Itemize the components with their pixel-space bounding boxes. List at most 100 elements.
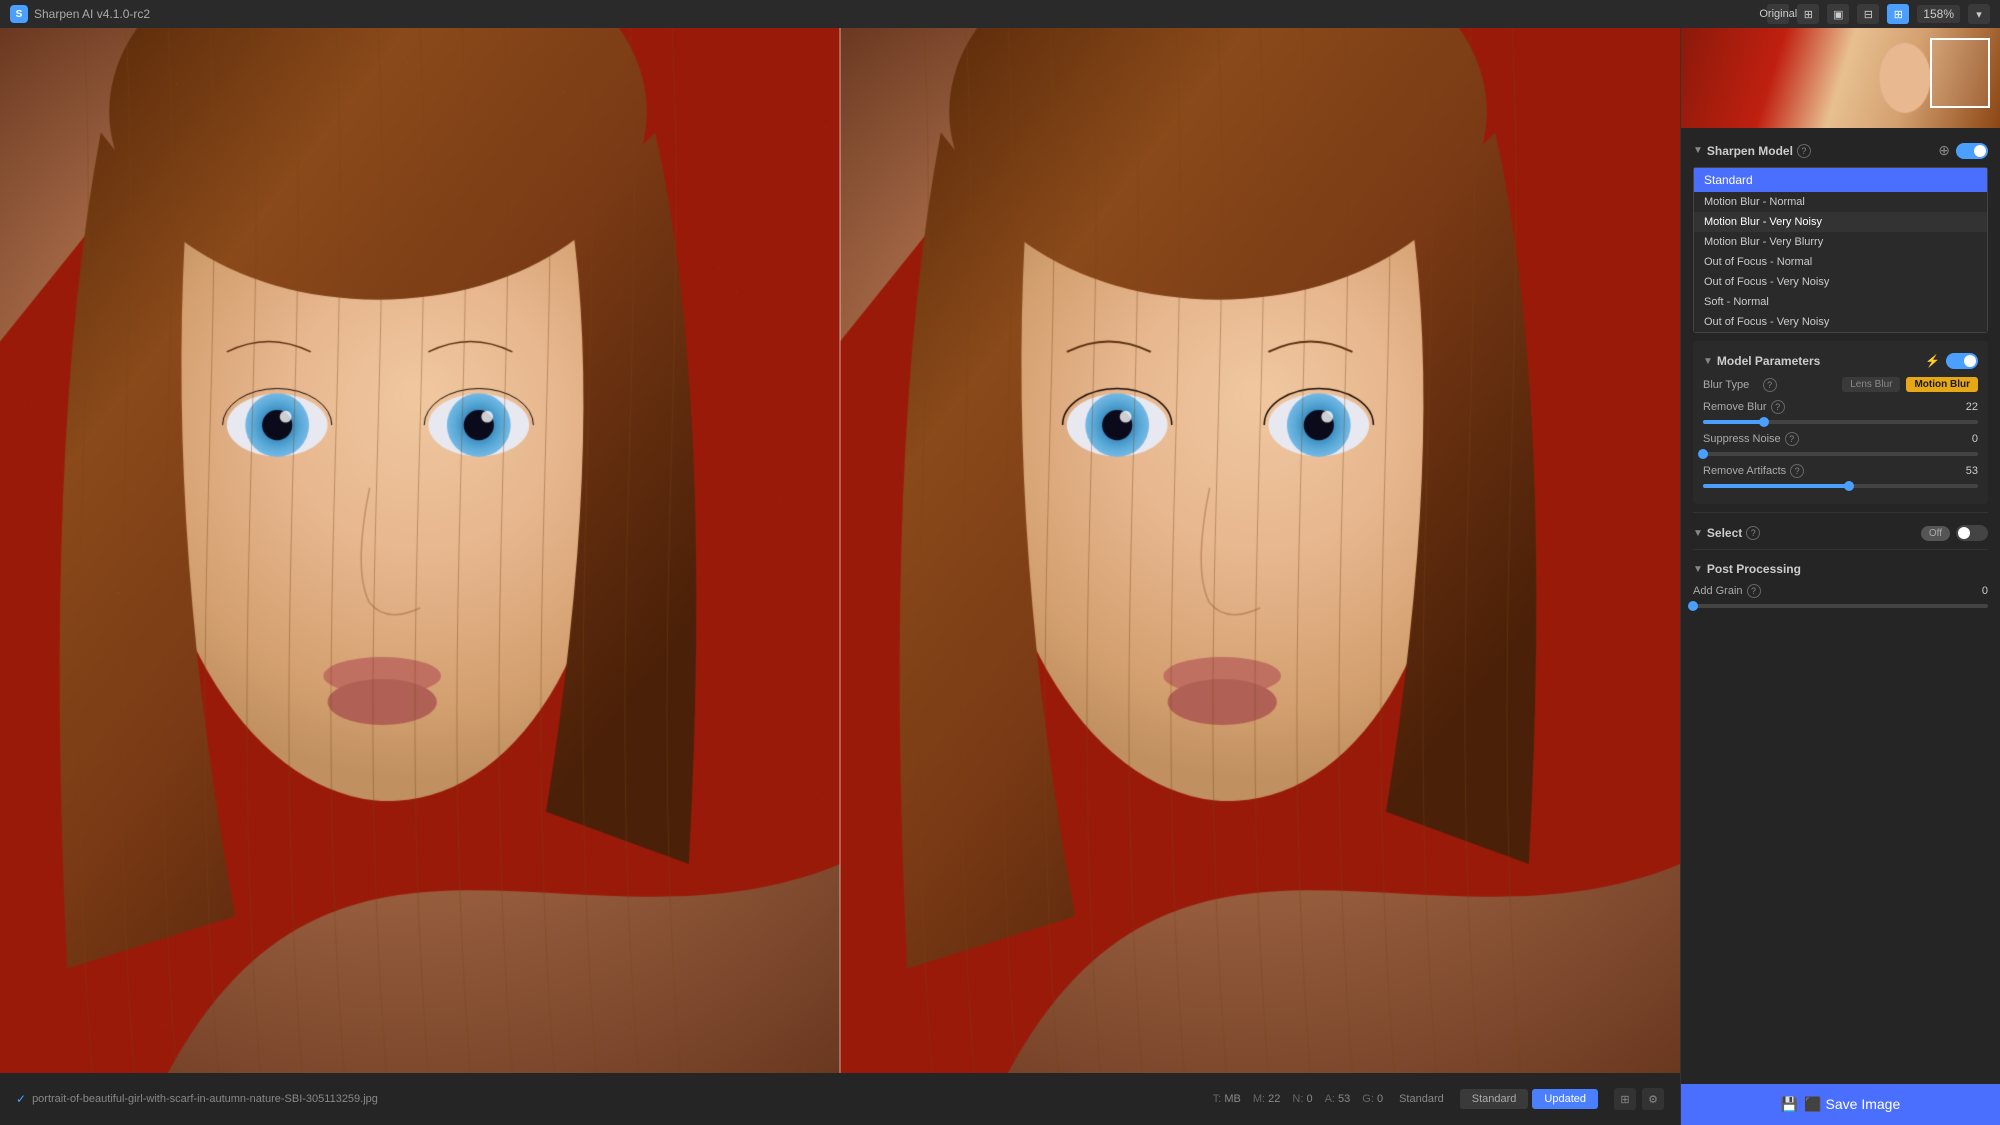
dropdown-item-motion-normal[interactable]: Motion Blur - Normal bbox=[1694, 192, 1987, 212]
standard-btn[interactable]: Standard bbox=[1460, 1089, 1529, 1109]
standard-label: Standard bbox=[1399, 1093, 1444, 1105]
sharpen-model-toggle-switch[interactable] bbox=[1956, 143, 1988, 159]
app-title: Sharpen AI v4.1.0-rc2 bbox=[34, 7, 1767, 21]
filename-label: portrait-of-beautiful-girl-with-scarf-in… bbox=[32, 1093, 378, 1105]
model-dropdown[interactable]: Standard Motion Blur - Normal Motion Blu… bbox=[1693, 167, 1988, 333]
stat-m: M: 22 bbox=[1253, 1093, 1281, 1105]
screen-icon[interactable]: ⊞ bbox=[1614, 1088, 1636, 1110]
remove-artifacts-slider[interactable] bbox=[1703, 484, 1978, 488]
add-grain-slider[interactable] bbox=[1693, 604, 1988, 608]
sharpen-model-toggle: ⊕ bbox=[1938, 142, 1988, 159]
params-toggle-switch[interactable] bbox=[1946, 353, 1978, 369]
motion-blur-badge[interactable]: Motion Blur bbox=[1906, 377, 1978, 392]
params-toggle-knob bbox=[1964, 355, 1976, 367]
version-buttons: Standard Updated bbox=[1460, 1089, 1598, 1109]
stat-a: A: 53 bbox=[1325, 1093, 1351, 1105]
dropdown-item-motion-noisy[interactable]: Motion Blur - Very Noisy bbox=[1694, 212, 1987, 232]
model-params-section: ▼ Model Parameters ⚡ Blur Type ? bbox=[1693, 341, 1988, 504]
add-grain-track[interactable] bbox=[1693, 604, 1988, 608]
original-button[interactable]: Original bbox=[1767, 4, 1789, 24]
model-params-title: Model Parameters bbox=[1717, 354, 1820, 368]
remove-artifacts-fill bbox=[1703, 484, 1849, 488]
bottom-bar-left: ✓ portrait-of-beautiful-girl-with-scarf-… bbox=[16, 1092, 1197, 1106]
bottom-bar: ✓ portrait-of-beautiful-girl-with-scarf-… bbox=[0, 1073, 1680, 1125]
bottom-bar-stats: T: MB M: 22 N: 0 A: 53 G: 0 bbox=[1213, 1093, 1383, 1105]
post-arrow: ▼ bbox=[1693, 564, 1703, 575]
select-toggle: Off bbox=[1921, 525, 1988, 541]
select-toggle-switch[interactable] bbox=[1956, 525, 1988, 541]
remove-blur-info[interactable]: ? bbox=[1771, 400, 1785, 414]
suppress-noise-thumb[interactable] bbox=[1698, 449, 1708, 459]
params-toggle: ⚡ bbox=[1925, 353, 1978, 369]
add-grain-thumb[interactable] bbox=[1688, 601, 1698, 611]
remove-artifacts-label: Remove Artifacts ? bbox=[1703, 464, 1804, 478]
updated-btn[interactable]: Updated bbox=[1532, 1089, 1598, 1109]
sharpen-model-collapse[interactable]: ▼ Sharpen Model ? bbox=[1693, 144, 1811, 158]
dropdown-selected[interactable]: Standard bbox=[1694, 168, 1987, 192]
add-grain-label: Add Grain ? bbox=[1693, 584, 1761, 598]
remove-artifacts-row: Remove Artifacts ? 53 bbox=[1703, 464, 1978, 478]
view-compare-button[interactable]: ⊞ bbox=[1887, 4, 1909, 24]
dropdown-item-motion-blurry[interactable]: Motion Blur - Very Blurry bbox=[1694, 232, 1987, 252]
view-single-button[interactable]: ▣ bbox=[1827, 4, 1849, 24]
zoom-button[interactable]: ▾ bbox=[1968, 4, 1990, 24]
post-processing-section: ▼ Post Processing Add Grain ? 0 bbox=[1693, 549, 1988, 608]
blur-type-info[interactable]: ? bbox=[1763, 378, 1777, 392]
stat-t: T: MB bbox=[1213, 1093, 1241, 1105]
main-area: Original ✓ portrait-of-beautiful-girl-wi… bbox=[0, 28, 2000, 1125]
model-params-header: ▼ Model Parameters ⚡ bbox=[1703, 353, 1978, 369]
toolbar-right: Original ⊞ ▣ ⊟ ⊞ 158% ▾ bbox=[1767, 4, 1990, 24]
select-info[interactable]: ? bbox=[1746, 526, 1760, 540]
save-button[interactable]: 💾 ⬛ Save Image bbox=[1681, 1084, 2000, 1125]
stat-g: G: 0 bbox=[1362, 1093, 1383, 1105]
blur-type-label: Blur Type bbox=[1703, 379, 1757, 391]
thumbnail-viewport[interactable] bbox=[1930, 38, 1990, 108]
lightning-icon: ⚡ bbox=[1925, 354, 1940, 368]
add-grain-info[interactable]: ? bbox=[1747, 584, 1761, 598]
lens-blur-badge[interactable]: Lens Blur bbox=[1842, 377, 1900, 392]
panel-content: ▼ Sharpen Model ? ⊕ Standard Motion Blur… bbox=[1681, 128, 2000, 1084]
post-collapse[interactable]: ▼ Post Processing bbox=[1693, 562, 1801, 576]
dropdown-item-focus-blurry[interactable]: Out of Focus - Very Noisy bbox=[1694, 312, 1987, 332]
select-header: ▼ Select ? Off bbox=[1693, 525, 1988, 541]
suppress-noise-track[interactable] bbox=[1703, 452, 1978, 456]
post-processing-header: ▼ Post Processing bbox=[1693, 562, 1988, 576]
portrait-canvas-left bbox=[0, 28, 840, 1073]
remove-blur-label: Remove Blur ? bbox=[1703, 400, 1785, 414]
select-toggle-knob bbox=[1958, 527, 1970, 539]
check-icon: ✓ bbox=[16, 1092, 26, 1106]
suppress-noise-info[interactable]: ? bbox=[1785, 432, 1799, 446]
dropdown-item-soft-normal[interactable]: Soft - Normal bbox=[1694, 292, 1987, 312]
suppress-noise-label: Suppress Noise ? bbox=[1703, 432, 1799, 446]
remove-blur-fill bbox=[1703, 420, 1764, 424]
remove-blur-slider[interactable] bbox=[1703, 420, 1978, 424]
bottom-bar-icons: ⊞ ⚙ bbox=[1614, 1088, 1664, 1110]
titlebar: S Sharpen AI v4.1.0-rc2 Original ⊞ ▣ ⊟ ⊞… bbox=[0, 0, 2000, 28]
remove-artifacts-info[interactable]: ? bbox=[1790, 464, 1804, 478]
suppress-noise-slider[interactable] bbox=[1703, 452, 1978, 456]
select-collapse[interactable]: ▼ Select ? bbox=[1693, 526, 1760, 540]
image-right bbox=[840, 28, 1680, 1073]
dropdown-item-focus-normal[interactable]: Out of Focus - Normal bbox=[1694, 252, 1987, 272]
collapse-arrow: ▼ bbox=[1693, 145, 1703, 156]
split-divider[interactable] bbox=[839, 28, 841, 1073]
sharpen-model-title: Sharpen Model bbox=[1707, 144, 1793, 158]
remove-artifacts-track[interactable] bbox=[1703, 484, 1978, 488]
model-params-collapse[interactable]: ▼ Model Parameters bbox=[1703, 354, 1820, 368]
remove-artifacts-thumb[interactable] bbox=[1844, 481, 1854, 491]
select-section: ▼ Select ? Off bbox=[1693, 512, 1988, 541]
image-container bbox=[0, 28, 1680, 1073]
view-grid1-button[interactable]: ⊞ bbox=[1797, 4, 1819, 24]
expand-icon[interactable]: ⊕ bbox=[1938, 142, 1950, 159]
dropdown-item-focus-noisy[interactable]: Out of Focus - Very Noisy bbox=[1694, 272, 1987, 292]
settings-icon[interactable]: ⚙ bbox=[1642, 1088, 1664, 1110]
suppress-noise-row: Suppress Noise ? 0 bbox=[1703, 432, 1978, 446]
sharpen-model-info[interactable]: ? bbox=[1797, 144, 1811, 158]
params-collapse-arrow: ▼ bbox=[1703, 356, 1713, 367]
add-grain-value: 0 bbox=[1968, 585, 1988, 597]
view-split-button[interactable]: ⊟ bbox=[1857, 4, 1879, 24]
remove-blur-thumb[interactable] bbox=[1759, 417, 1769, 427]
remove-blur-track[interactable] bbox=[1703, 420, 1978, 424]
progress-section: Standard bbox=[1399, 1093, 1444, 1105]
suppress-noise-value: 0 bbox=[1958, 433, 1978, 445]
